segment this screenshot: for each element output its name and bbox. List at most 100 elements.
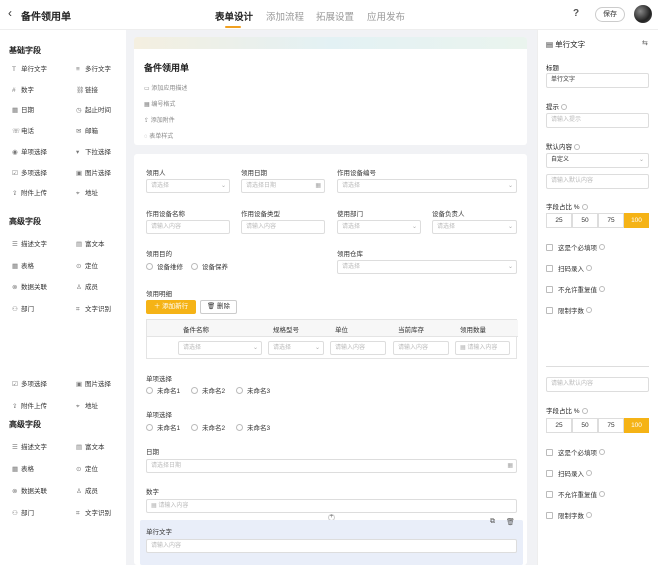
- device-no-select[interactable]: 请选择 ⌄: [337, 179, 517, 193]
- width2-25[interactable]: 25: [546, 418, 572, 433]
- radio-single1-opt2[interactable]: 未命名2: [191, 385, 225, 395]
- sidebar-field-advanced-1-0[interactable]: ▦ 表格: [12, 260, 34, 270]
- department-select[interactable]: 请选择 ⌄: [337, 220, 421, 234]
- radio-single2-opt3[interactable]: 未命名3: [236, 422, 270, 432]
- prop-default-input[interactable]: 请输入默认内容: [546, 174, 649, 189]
- sidebar-field-advanced2-3-1[interactable]: ⌗ 文字识别: [76, 507, 111, 518]
- sidebar-field-basic-2-1[interactable]: ◷ 起止时间: [76, 104, 111, 114]
- sidebar-field-advanced2-1-1[interactable]: ⊙ 定位: [76, 463, 98, 473]
- form-header-card[interactable]: 备件领用单 ▭ 添加应用描述 ▦ 编号格式 ⇪ 添加附件 ◌ 表单样式: [134, 37, 527, 145]
- check2-limit[interactable]: 限制字数: [546, 510, 592, 520]
- width2-50[interactable]: 50: [572, 418, 598, 433]
- check-scan[interactable]: 扫码录入: [546, 263, 592, 273]
- width2-100[interactable]: 100: [624, 418, 649, 433]
- table-cell-spec[interactable]: 请选择 ⌄: [268, 341, 324, 355]
- prop-default-select[interactable]: 自定义 ⌄: [546, 153, 649, 168]
- tab-add-flow[interactable]: 添加流程: [266, 9, 304, 23]
- radio-single2-opt1[interactable]: 未命名1: [146, 422, 180, 432]
- sidebar-field-advanced2-1-0[interactable]: ▦ 表格: [12, 463, 34, 473]
- sidebar-field-basic2-0-0[interactable]: ☑ 多项选择: [12, 378, 47, 388]
- radio-single1-opt1[interactable]: 未命名1: [146, 385, 180, 395]
- width2-75[interactable]: 75: [598, 418, 624, 433]
- prop-hint-input[interactable]: 请输入提示: [546, 113, 649, 128]
- radio-single1-opt3[interactable]: 未命名3: [236, 385, 270, 395]
- trash-icon[interactable]: 🗑: [506, 518, 516, 528]
- table-cell-unit[interactable]: 请输入内容: [330, 341, 386, 355]
- chevron-down-icon: ⌄: [220, 183, 226, 189]
- back-arrow-icon[interactable]: ‹: [8, 6, 12, 20]
- sidebar-field-advanced-1-1[interactable]: ⊙ 定位: [76, 260, 98, 270]
- sidebar-field-basic-5-1[interactable]: ▣ 图片选择: [76, 167, 111, 177]
- check-unique[interactable]: 不允许重复值: [546, 284, 605, 294]
- sidebar-field-advanced2-0-0[interactable]: ☰ 描述文字: [12, 441, 47, 451]
- sidebar-field-basic-4-1[interactable]: ▾ 下拉选择: [76, 146, 111, 156]
- single-text-input[interactable]: 请输入内容: [146, 539, 517, 553]
- radio-purpose-maintain[interactable]: 设备保养: [191, 261, 228, 271]
- check2-scan[interactable]: 扫码录入: [546, 468, 592, 478]
- sidebar-field-advanced-2-1[interactable]: ♙ 成员: [76, 281, 98, 291]
- sidebar-field-advanced2-0-1[interactable]: ▤ 富文本: [76, 441, 105, 451]
- sidebar-field-basic-0-1[interactable]: ≡ 多行文字: [76, 63, 111, 73]
- sidebar-field-basic-1-1[interactable]: ⛓链接: [76, 84, 98, 94]
- tab-publish[interactable]: 应用发布: [367, 9, 405, 23]
- delete-row-button[interactable]: 🗑 删除: [200, 300, 237, 314]
- table-cell-part-name[interactable]: 请选择 ⌄: [178, 341, 262, 355]
- width-75[interactable]: 75: [598, 213, 624, 228]
- check-required[interactable]: 这是个必填项: [546, 242, 605, 252]
- add-row-button[interactable]: ＋ 添加新行: [146, 300, 196, 314]
- sidebar-field-basic-1-0[interactable]: # 数字: [12, 84, 34, 94]
- applicant-select[interactable]: 请选择 ⌄: [146, 179, 230, 193]
- copy-icon[interactable]: ⧉: [490, 518, 500, 528]
- switch-icon[interactable]: ⇆: [642, 39, 648, 47]
- radio-single2-opt2[interactable]: 未命名2: [191, 422, 225, 432]
- device-type-input[interactable]: 请输入内容: [241, 220, 325, 234]
- number-input[interactable]: ▦ 请输入内容: [146, 499, 517, 513]
- help-icon[interactable]: ?: [573, 8, 579, 19]
- sidebar-field-basic-3-0[interactable]: ☏电话: [12, 125, 34, 135]
- field-type-icon: ≡: [76, 66, 80, 73]
- table-cell-stock[interactable]: 请输入内容: [393, 341, 449, 355]
- sidebar-field-basic2-0-1[interactable]: ▣ 图片选择: [76, 378, 111, 388]
- owner-select[interactable]: 请选择 ⌄: [432, 220, 517, 234]
- sidebar-field-basic-2-0[interactable]: ▦ 日期: [12, 104, 34, 114]
- sidebar-field-basic2-1-0[interactable]: ⇪ 附件上传: [12, 400, 47, 410]
- width-50[interactable]: 50: [572, 213, 598, 228]
- sidebar-field-advanced2-3-0[interactable]: ⚇ 部门: [12, 507, 34, 517]
- sidebar-field-advanced-0-0[interactable]: ☰ 描述文字: [12, 238, 47, 248]
- apply-date-input[interactable]: 请选择日期 ▦: [241, 179, 325, 193]
- check-limit[interactable]: 限制字数: [546, 305, 592, 315]
- form-style-link[interactable]: ◌ 表单样式: [144, 131, 173, 140]
- width-100[interactable]: 100: [624, 213, 649, 228]
- table-cell-qty[interactable]: ▦ 请输入内容: [455, 341, 510, 355]
- sidebar-field-advanced-0-1[interactable]: ▤ 富文本: [76, 238, 105, 248]
- add-description-link[interactable]: ▭ 添加应用描述: [144, 83, 187, 92]
- sidebar-field-basic2-1-1[interactable]: ⌖ 地址: [76, 400, 98, 411]
- tab-form-design[interactable]: 表单设计: [215, 9, 253, 23]
- sidebar-field-advanced2-2-0[interactable]: ⊗ 数据关联: [12, 485, 47, 495]
- sidebar-field-advanced-2-0[interactable]: ⊗ 数据关联: [12, 281, 47, 291]
- prop-default-input-2[interactable]: 请输入默认内容: [546, 377, 649, 392]
- device-name-input[interactable]: 请输入内容: [146, 220, 230, 234]
- tab-extend-settings[interactable]: 拓展设置: [316, 9, 354, 23]
- sidebar-field-basic-0-0[interactable]: T 单行文字: [12, 63, 47, 73]
- radio-purpose-repair[interactable]: 设备维修: [146, 261, 183, 271]
- number-format-link[interactable]: ▦ 编号格式: [144, 99, 175, 108]
- date-input[interactable]: 请选择日期 ▦: [146, 459, 517, 473]
- sidebar-field-advanced-3-0[interactable]: ⚇ 部门: [12, 303, 34, 313]
- save-button[interactable]: 保存: [595, 7, 625, 22]
- sidebar-field-basic-3-1[interactable]: ✉ 邮箱: [76, 125, 98, 135]
- sidebar-field-advanced-3-1[interactable]: ⌗ 文字识别: [76, 303, 111, 314]
- add-attachment-link[interactable]: ⇪ 添加附件: [144, 115, 175, 124]
- width-25[interactable]: 25: [546, 213, 572, 228]
- check2-unique[interactable]: 不允许重复值: [546, 489, 605, 499]
- sidebar-field-basic-6-1[interactable]: ⌖ 地址: [76, 187, 98, 198]
- sidebar-field-basic-4-0[interactable]: ◉ 单项选择: [12, 146, 47, 156]
- prop-title-input[interactable]: 单行文字: [546, 73, 649, 88]
- avatar[interactable]: [634, 5, 652, 23]
- warehouse-select[interactable]: 请选择 ⌄: [337, 260, 517, 274]
- sidebar-field-advanced2-2-1[interactable]: ♙ 成员: [76, 485, 98, 495]
- sidebar-field-basic-6-0[interactable]: ⇪ 附件上传: [12, 187, 47, 197]
- sidebar-field-basic-5-0[interactable]: ☑ 多项选择: [12, 167, 47, 177]
- check2-required[interactable]: 这是个必填项: [546, 447, 605, 457]
- field-type-icon: ▤: [76, 444, 83, 451]
